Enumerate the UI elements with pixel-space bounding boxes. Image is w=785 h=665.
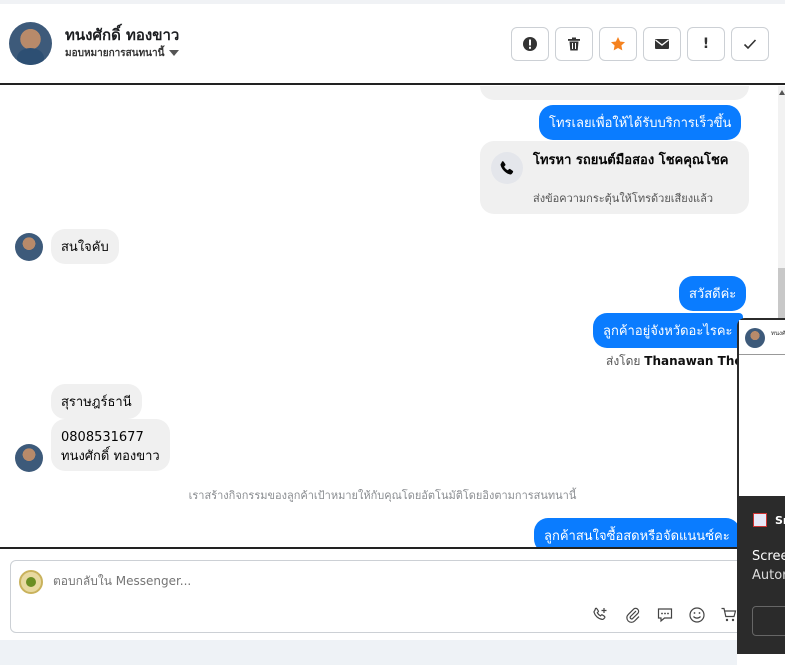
contact-avatar-small bbox=[15, 233, 43, 261]
done-button[interactable] bbox=[731, 27, 769, 61]
call-card-subtitle: ส่งข้อความกระตุ้นให้โทรด้วยเสียงแล้ว bbox=[533, 192, 714, 205]
sent-by-name: Thanawan Thon bbox=[644, 354, 752, 368]
check-icon bbox=[743, 39, 757, 50]
caret-down-icon bbox=[169, 50, 180, 56]
popup-contact-name: ทนงศั bbox=[771, 330, 785, 337]
incoming-message: สนใจคับ bbox=[51, 229, 119, 264]
outgoing-message: ลูกค้าอยู่จังหวัดอะไรคะ bbox=[593, 313, 743, 348]
composer-tools bbox=[591, 605, 739, 625]
email-button[interactable] bbox=[643, 27, 681, 61]
saved-replies-icon[interactable] bbox=[655, 605, 675, 625]
message-thread: โทรเลยเพื่อให้ได้รับบริการเร็วขึ้น โทรหา… bbox=[0, 86, 778, 549]
phone-number: 0808531677 bbox=[61, 430, 144, 445]
previous-message-bubble bbox=[480, 86, 749, 100]
bottom-strip bbox=[0, 640, 737, 665]
scroll-up-arrow-icon[interactable] bbox=[779, 90, 785, 95]
delete-button[interactable] bbox=[555, 27, 593, 61]
contact-avatar-small bbox=[15, 444, 43, 472]
header-actions: ! bbox=[511, 27, 769, 61]
phone-icon bbox=[491, 152, 523, 184]
popup-line-2: Autor bbox=[752, 568, 785, 583]
important-button[interactable]: ! bbox=[687, 27, 725, 61]
star-icon bbox=[611, 37, 625, 51]
snipping-tool-icon bbox=[753, 513, 767, 527]
contact-avatar[interactable] bbox=[9, 22, 52, 65]
cart-icon[interactable] bbox=[719, 605, 739, 625]
alert-circle-icon bbox=[523, 37, 537, 51]
popup-app-label: Sn bbox=[775, 514, 785, 527]
incoming-message: สุราษฎร์ธานี bbox=[51, 384, 142, 419]
report-button[interactable] bbox=[511, 27, 549, 61]
notification-popup[interactable]: ทนงศั Sn Scree Autor bbox=[737, 318, 785, 654]
incoming-message: 0808531677 ทนงศักดิ์ ทองขาว bbox=[51, 419, 170, 471]
popup-action-button[interactable] bbox=[752, 606, 785, 636]
outgoing-message: ลูกค้าสนใจซื้อสดหรือจัดแนนซ์คะ bbox=[534, 518, 740, 547]
popup-line-1: Scree bbox=[752, 549, 785, 564]
star-button[interactable] bbox=[599, 27, 637, 61]
emoji-icon[interactable] bbox=[687, 605, 707, 625]
reply-input[interactable] bbox=[53, 574, 653, 588]
sent-by-label: ส่งโดย Thanawan Thon bbox=[606, 352, 751, 371]
outgoing-message: โทรเลยเพื่อให้ได้รับบริการเร็วขึ้น bbox=[539, 105, 742, 140]
phone-plus-icon[interactable] bbox=[591, 605, 611, 625]
popup-thumbnail-body bbox=[739, 354, 785, 496]
popup-thumbnail-header: ทนงศั bbox=[739, 320, 785, 354]
page-avatar bbox=[19, 570, 43, 594]
trash-icon bbox=[568, 37, 580, 51]
conversation-header: ทนงศักดิ์ ทองขาว มอบหมายการสนทนานี้ ! bbox=[0, 4, 785, 85]
assign-label: มอบหมายการสนทนานี้ bbox=[65, 48, 165, 59]
assign-conversation-dropdown[interactable]: มอบหมายการสนทนานี้ bbox=[65, 46, 180, 61]
call-card-title: โทรหา รถยนต์มือสอง โชคคุณโชค bbox=[533, 153, 729, 168]
contact-name[interactable]: ทนงศักดิ์ ทองขาว bbox=[65, 23, 179, 47]
important-label: ! bbox=[702, 36, 710, 52]
message-composer bbox=[10, 560, 745, 633]
mail-icon bbox=[655, 39, 669, 49]
sent-by-prefix: ส่งโดย bbox=[606, 354, 641, 368]
outgoing-message: สวัสดีค่ะ bbox=[679, 276, 747, 311]
call-prompt-card[interactable]: โทรหา รถยนต์มือสอง โชคคุณโชค ส่งข้อความก… bbox=[480, 141, 749, 214]
messenger-window: ทนงศักดิ์ ทองขาว มอบหมายการสนทนานี้ ! โท… bbox=[0, 0, 785, 665]
system-note: เราสร้างกิจกรรมของลูกค้าเป้าหมายให้กับคุ… bbox=[188, 489, 577, 502]
attachment-icon[interactable] bbox=[623, 605, 643, 625]
full-name: ทนงศักดิ์ ทองขาว bbox=[61, 449, 160, 464]
popup-avatar bbox=[745, 328, 765, 348]
